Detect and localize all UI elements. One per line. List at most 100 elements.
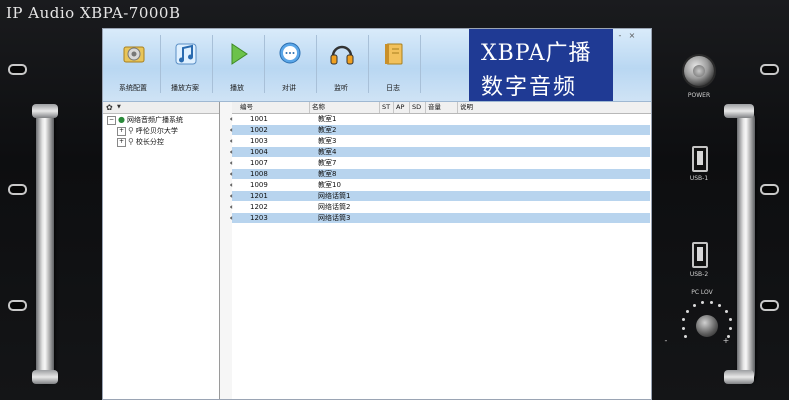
row-name: 教室1	[318, 115, 337, 123]
row-name: 教室7	[318, 159, 337, 167]
power-label: POWER	[687, 92, 711, 99]
tree-panel: ✿ ▼ − ● 网络音频广播系统 + ⚲ 呼伦贝尔大学 + ⚲ 校长分控	[103, 102, 220, 399]
row-highlight	[232, 125, 650, 135]
volume-knob[interactable]	[696, 315, 718, 337]
table-row[interactable]: 🔈︎ 1007 教室7	[230, 158, 649, 168]
tree-menu-icon[interactable]: ✿	[106, 103, 113, 112]
speaker-icon: 🔈︎	[230, 170, 235, 178]
play-button[interactable]: 播放	[213, 33, 261, 97]
speaker-icon: 🔈︎	[230, 214, 235, 222]
column-header-volume[interactable]: 音量	[426, 102, 458, 113]
table-row[interactable]: 🔈︎ 1203 网络话筒3	[230, 213, 650, 223]
expand-icon[interactable]: +	[117, 137, 126, 147]
play-label: 播放	[230, 84, 244, 92]
tree-item[interactable]: + ⚲ 呼伦贝尔大学	[117, 126, 178, 136]
row-number: 1007	[250, 159, 268, 167]
table-row[interactable]: 🔈︎ 1003 教室3	[230, 136, 649, 146]
system-config-button[interactable]: 系统配置	[109, 33, 157, 97]
mount-hole	[8, 184, 27, 195]
column-header-sd[interactable]: SD	[410, 102, 426, 113]
table-row[interactable]: 🔈︎ 1004 教室4	[230, 147, 650, 157]
toolbar: 系统配置 播放方案 播放 对讲 监听 日志 XBPA广播 数字音频 - ×	[103, 29, 651, 102]
promo-banner: XBPA广播 数字音频	[469, 29, 613, 101]
column-header-st[interactable]: ST	[380, 102, 394, 113]
table-header: 编号 名称 ST AP SD 音量 说明	[232, 102, 651, 114]
minimize-button[interactable]: -	[615, 31, 625, 40]
mount-hole	[8, 64, 27, 75]
power-button[interactable]	[684, 56, 714, 86]
close-button[interactable]: ×	[627, 31, 637, 40]
row-number: 1002	[250, 126, 268, 134]
pc-lov-label: PC LOV	[691, 289, 713, 296]
volume-scale-dot	[729, 326, 733, 330]
row-number: 1003	[250, 137, 268, 145]
rack-device: IP Audio XBPA-7000B POWER USB-1 USB-2 PC…	[0, 0, 789, 400]
speaker-icon: 🔈︎	[230, 159, 235, 167]
row-highlight	[232, 191, 650, 201]
tree-item[interactable]: + ⚲ 校长分控	[117, 137, 164, 147]
network-icon: ⚲	[128, 137, 134, 146]
right-handle[interactable]	[737, 110, 755, 382]
chevron-down-icon[interactable]: ▼	[117, 104, 121, 110]
volume-scale-dot	[692, 304, 696, 308]
volume-scale-dot	[681, 326, 685, 330]
table-row[interactable]: 🔈︎ 1202 网络话筒2	[230, 202, 649, 212]
table-row[interactable]: 🔈︎ 1001 教室1	[230, 114, 649, 124]
intercom-button[interactable]: 对讲	[265, 33, 313, 97]
volume-plus-label: +	[722, 336, 730, 345]
table-row[interactable]: 🔈︎ 1002 教室2	[230, 125, 650, 135]
collapse-icon[interactable]: −	[107, 115, 116, 125]
mount-hole	[8, 300, 27, 311]
table-row[interactable]: 🔈︎ 1008 教室8	[230, 169, 650, 179]
table-row[interactable]: 🔈︎ 1201 网络话筒1	[230, 191, 650, 201]
expand-icon[interactable]: +	[117, 126, 126, 136]
mount-hole	[760, 184, 779, 195]
table-row[interactable]: 🔈︎ 1009 教室10	[230, 180, 649, 190]
play-scheme-button[interactable]: 播放方案	[161, 33, 209, 97]
monitor-button[interactable]: 监听	[317, 33, 365, 97]
row-name: 网络话筒2	[318, 203, 351, 211]
column-header-no[interactable]: 编号	[238, 102, 310, 113]
tree-item-label: 校长分控	[135, 138, 164, 146]
headphones-icon	[330, 45, 354, 65]
row-number: 1202	[250, 203, 268, 211]
usb-1-port[interactable]	[692, 146, 708, 172]
row-number: 1203	[250, 214, 268, 222]
tree-root[interactable]: − ● 网络音频广播系统	[107, 115, 183, 125]
left-handle[interactable]	[36, 110, 54, 382]
log-button[interactable]: 日志	[369, 33, 417, 97]
intercom-label: 对讲	[282, 84, 296, 92]
speaker-icon: 🔈︎	[230, 115, 235, 123]
row-number: 1009	[250, 181, 268, 189]
mount-hole	[760, 300, 779, 311]
terminal-table: 编号 名称 ST AP SD 音量 说明 🔈︎ 1001 教室1 🔈︎ 1002 教室2 🔈…	[230, 102, 651, 399]
row-highlight	[232, 169, 650, 179]
system-config-label: 系统配置	[119, 84, 147, 92]
tree-root-label: 网络音频广播系统	[126, 116, 183, 124]
speaker-icon: 🔈︎	[230, 181, 235, 189]
right-handle-top-cap	[724, 104, 754, 118]
volume-minus-label: -	[664, 336, 668, 345]
row-number: 1008	[250, 170, 268, 178]
volume-scale-dot	[718, 304, 722, 308]
network-icon: ⚲	[128, 126, 134, 135]
row-name: 教室8	[318, 170, 337, 178]
column-header-ap[interactable]: AP	[394, 102, 410, 113]
row-name: 教室10	[318, 181, 341, 189]
row-name: 教室4	[318, 148, 337, 156]
log-book-icon	[385, 43, 403, 65]
software-window: 系统配置 播放方案 播放 对讲 监听 日志 XBPA广播 数字音频 - × ✿ …	[102, 28, 652, 400]
volume-scale-dot	[724, 310, 728, 314]
row-number: 1004	[250, 148, 268, 156]
log-label: 日志	[386, 84, 400, 92]
play-icon	[231, 43, 248, 65]
left-handle-bottom-cap	[32, 370, 58, 384]
usb-2-port[interactable]	[692, 242, 708, 268]
row-name: 教室3	[318, 137, 337, 145]
row-number: 1201	[250, 192, 268, 200]
gear-icon	[123, 46, 145, 63]
row-highlight	[232, 147, 650, 157]
column-header-name[interactable]: 名称	[310, 102, 380, 113]
chat-bubble-icon	[279, 42, 301, 64]
column-header-description[interactable]: 说明	[458, 102, 558, 113]
